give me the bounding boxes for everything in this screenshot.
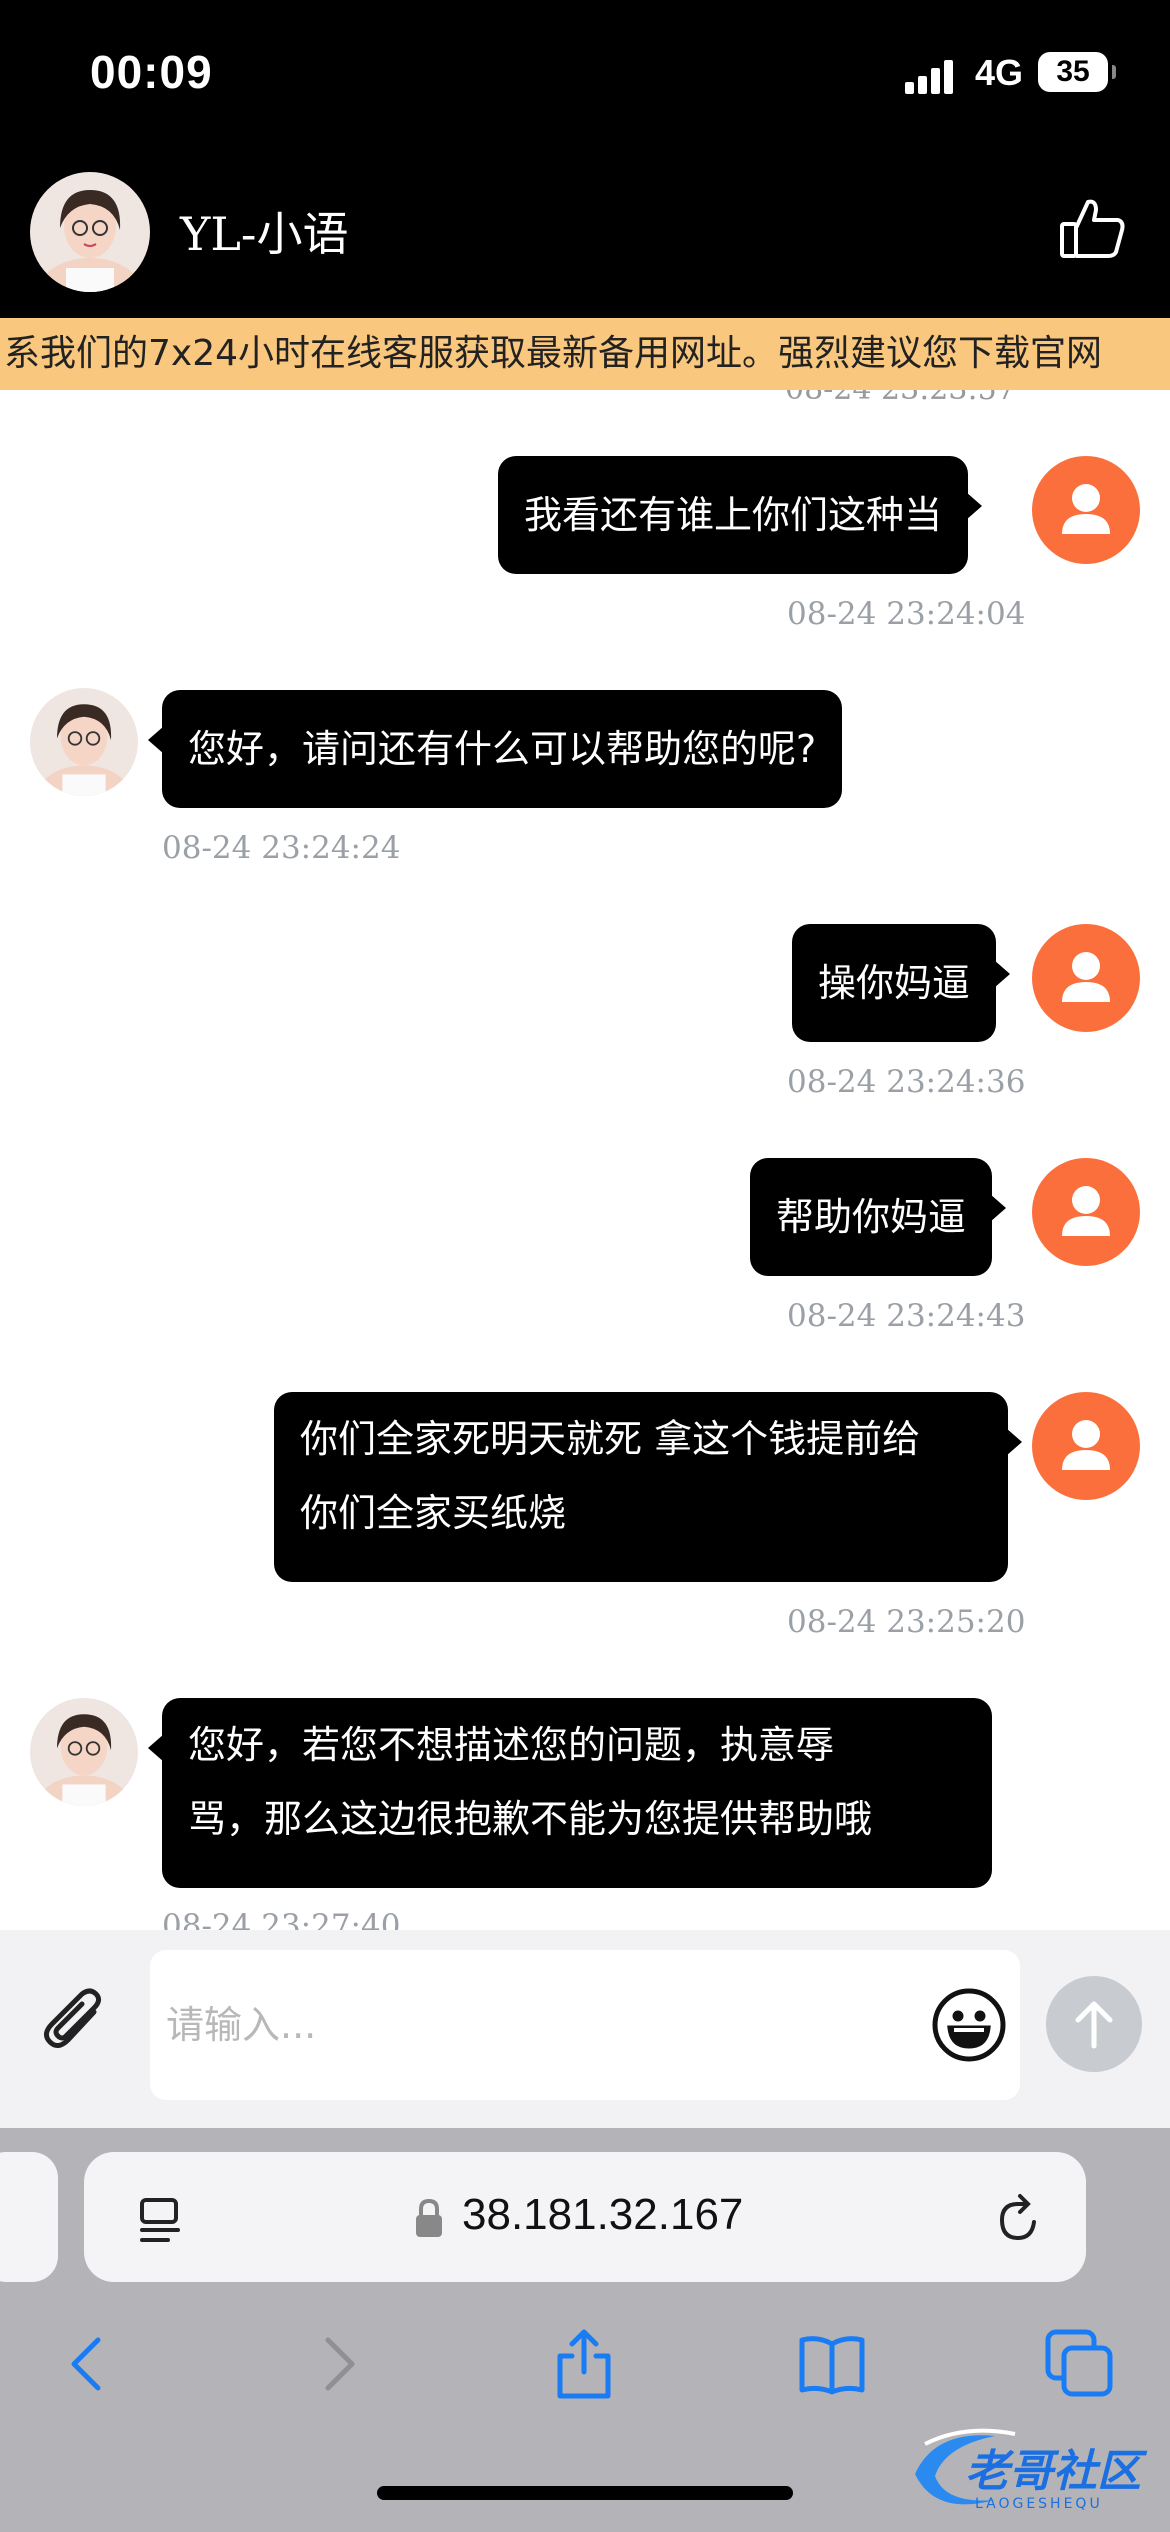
message-input-box[interactable]: [150, 1950, 1020, 2100]
tabs-icon[interactable]: [1044, 2328, 1116, 2400]
message-bubble: 操你妈逼: [792, 924, 1011, 1042]
message-bubble: 您好，请问还有什么可以帮助您的呢?: [147, 690, 843, 808]
message-timestamp: 08-24 23:24:36: [787, 1064, 1026, 1100]
notice-text: 系我们的7x24小时在线客服获取最新备用网址。强烈建议您下载官网: [4, 333, 1103, 374]
message-timestamp: 08-24 23:24:43: [787, 1298, 1026, 1334]
message-text: 我看还有谁上你们这种当: [524, 493, 943, 537]
signal-icon: [905, 58, 955, 94]
notice-marquee: 系我们的7x24小时在线客服获取最新备用网址。强烈建议您下载官网: [0, 318, 1170, 390]
watermark-logo: 老哥社区 LAOGESHEQU: [905, 2424, 1155, 2514]
send-arrow-icon: [1075, 2001, 1113, 2049]
message-timestamp: 08-24 23:24:04: [787, 596, 1026, 632]
message-text-line: 你们全家死明天就死 拿这个钱提前给: [300, 1417, 921, 1461]
message-timestamp: 08-24 23:23:57: [785, 390, 1016, 407]
battery-icon: 35: [1038, 52, 1116, 92]
bookmarks-icon[interactable]: [796, 2328, 868, 2400]
message-input-bar: [0, 1930, 1170, 2128]
user-avatar: [1032, 924, 1140, 1032]
previous-tab-peek[interactable]: [0, 2152, 58, 2282]
paperclip-icon[interactable]: [36, 1982, 114, 2060]
message-input[interactable]: [166, 1990, 906, 2060]
reader-icon[interactable]: [134, 2194, 186, 2246]
home-indicator[interactable]: [377, 2486, 793, 2500]
message-bubble: 我看还有谁上你们这种当: [498, 456, 983, 574]
message-text-line: 你们全家买纸烧: [300, 1491, 567, 1535]
url-text: 38.181.32.167: [462, 2190, 744, 2239]
reload-icon[interactable]: [992, 2192, 1046, 2246]
status-time: 00:09: [90, 46, 213, 98]
thumbs-up-icon[interactable]: [1058, 192, 1128, 262]
chat-title: YL-小语: [180, 207, 349, 261]
message-timestamp: 08-24 23:27:40: [162, 1908, 401, 1930]
message-text: 操你妈逼: [818, 961, 971, 1005]
message-bubble: 你们全家死明天就死 拿这个钱提前给 你们全家买纸烧: [274, 1392, 1022, 1582]
message-bubble: 您好，若您不想描述您的问题，执意辱 骂，那么这边很抱歉不能为您提供帮助哦: [148, 1698, 992, 1888]
message-timestamp: 08-24 23:25:20: [787, 1604, 1026, 1640]
agent-avatar: [30, 688, 138, 796]
svg-text:LAOGESHEQU: LAOGESHEQU: [975, 2496, 1103, 2512]
agent-avatar: [30, 1698, 138, 1806]
agent-avatar[interactable]: [30, 172, 150, 292]
user-avatar: [1032, 1392, 1140, 1500]
user-avatar: [1032, 1158, 1140, 1266]
network-type: 4G: [975, 52, 1024, 93]
message-text-line: 骂，那么这边很抱歉不能为您提供帮助哦: [188, 1797, 873, 1841]
send-button[interactable]: [1046, 1976, 1142, 2072]
lock-icon: [414, 2198, 444, 2238]
chat-header: YL-小语: [0, 150, 1170, 318]
message-text: 帮助你妈逼: [776, 1195, 967, 1239]
smiley-icon[interactable]: [930, 1986, 1008, 2064]
message-text: 您好，请问还有什么可以帮助您的呢?: [188, 727, 817, 771]
status-bar: 00:09 4G 35: [0, 0, 1170, 150]
back-icon[interactable]: [52, 2328, 124, 2400]
message-timestamp: 08-24 23:24:24: [162, 830, 401, 866]
share-icon[interactable]: [548, 2328, 620, 2400]
message-text-line: 您好，若您不想描述您的问题，执意辱: [188, 1723, 835, 1767]
user-avatar: [1032, 456, 1140, 564]
svg-text:老哥社区: 老哥社区: [965, 2446, 1148, 2497]
forward-icon[interactable]: [302, 2328, 374, 2400]
message-bubble: 帮助你妈逼: [750, 1158, 1007, 1276]
address-bar[interactable]: 38.181.32.167: [84, 2152, 1086, 2282]
chat-messages[interactable]: 08-24 23:23:57 我看还有谁上你们这种当 08-24 23:24:0…: [0, 390, 1170, 1930]
